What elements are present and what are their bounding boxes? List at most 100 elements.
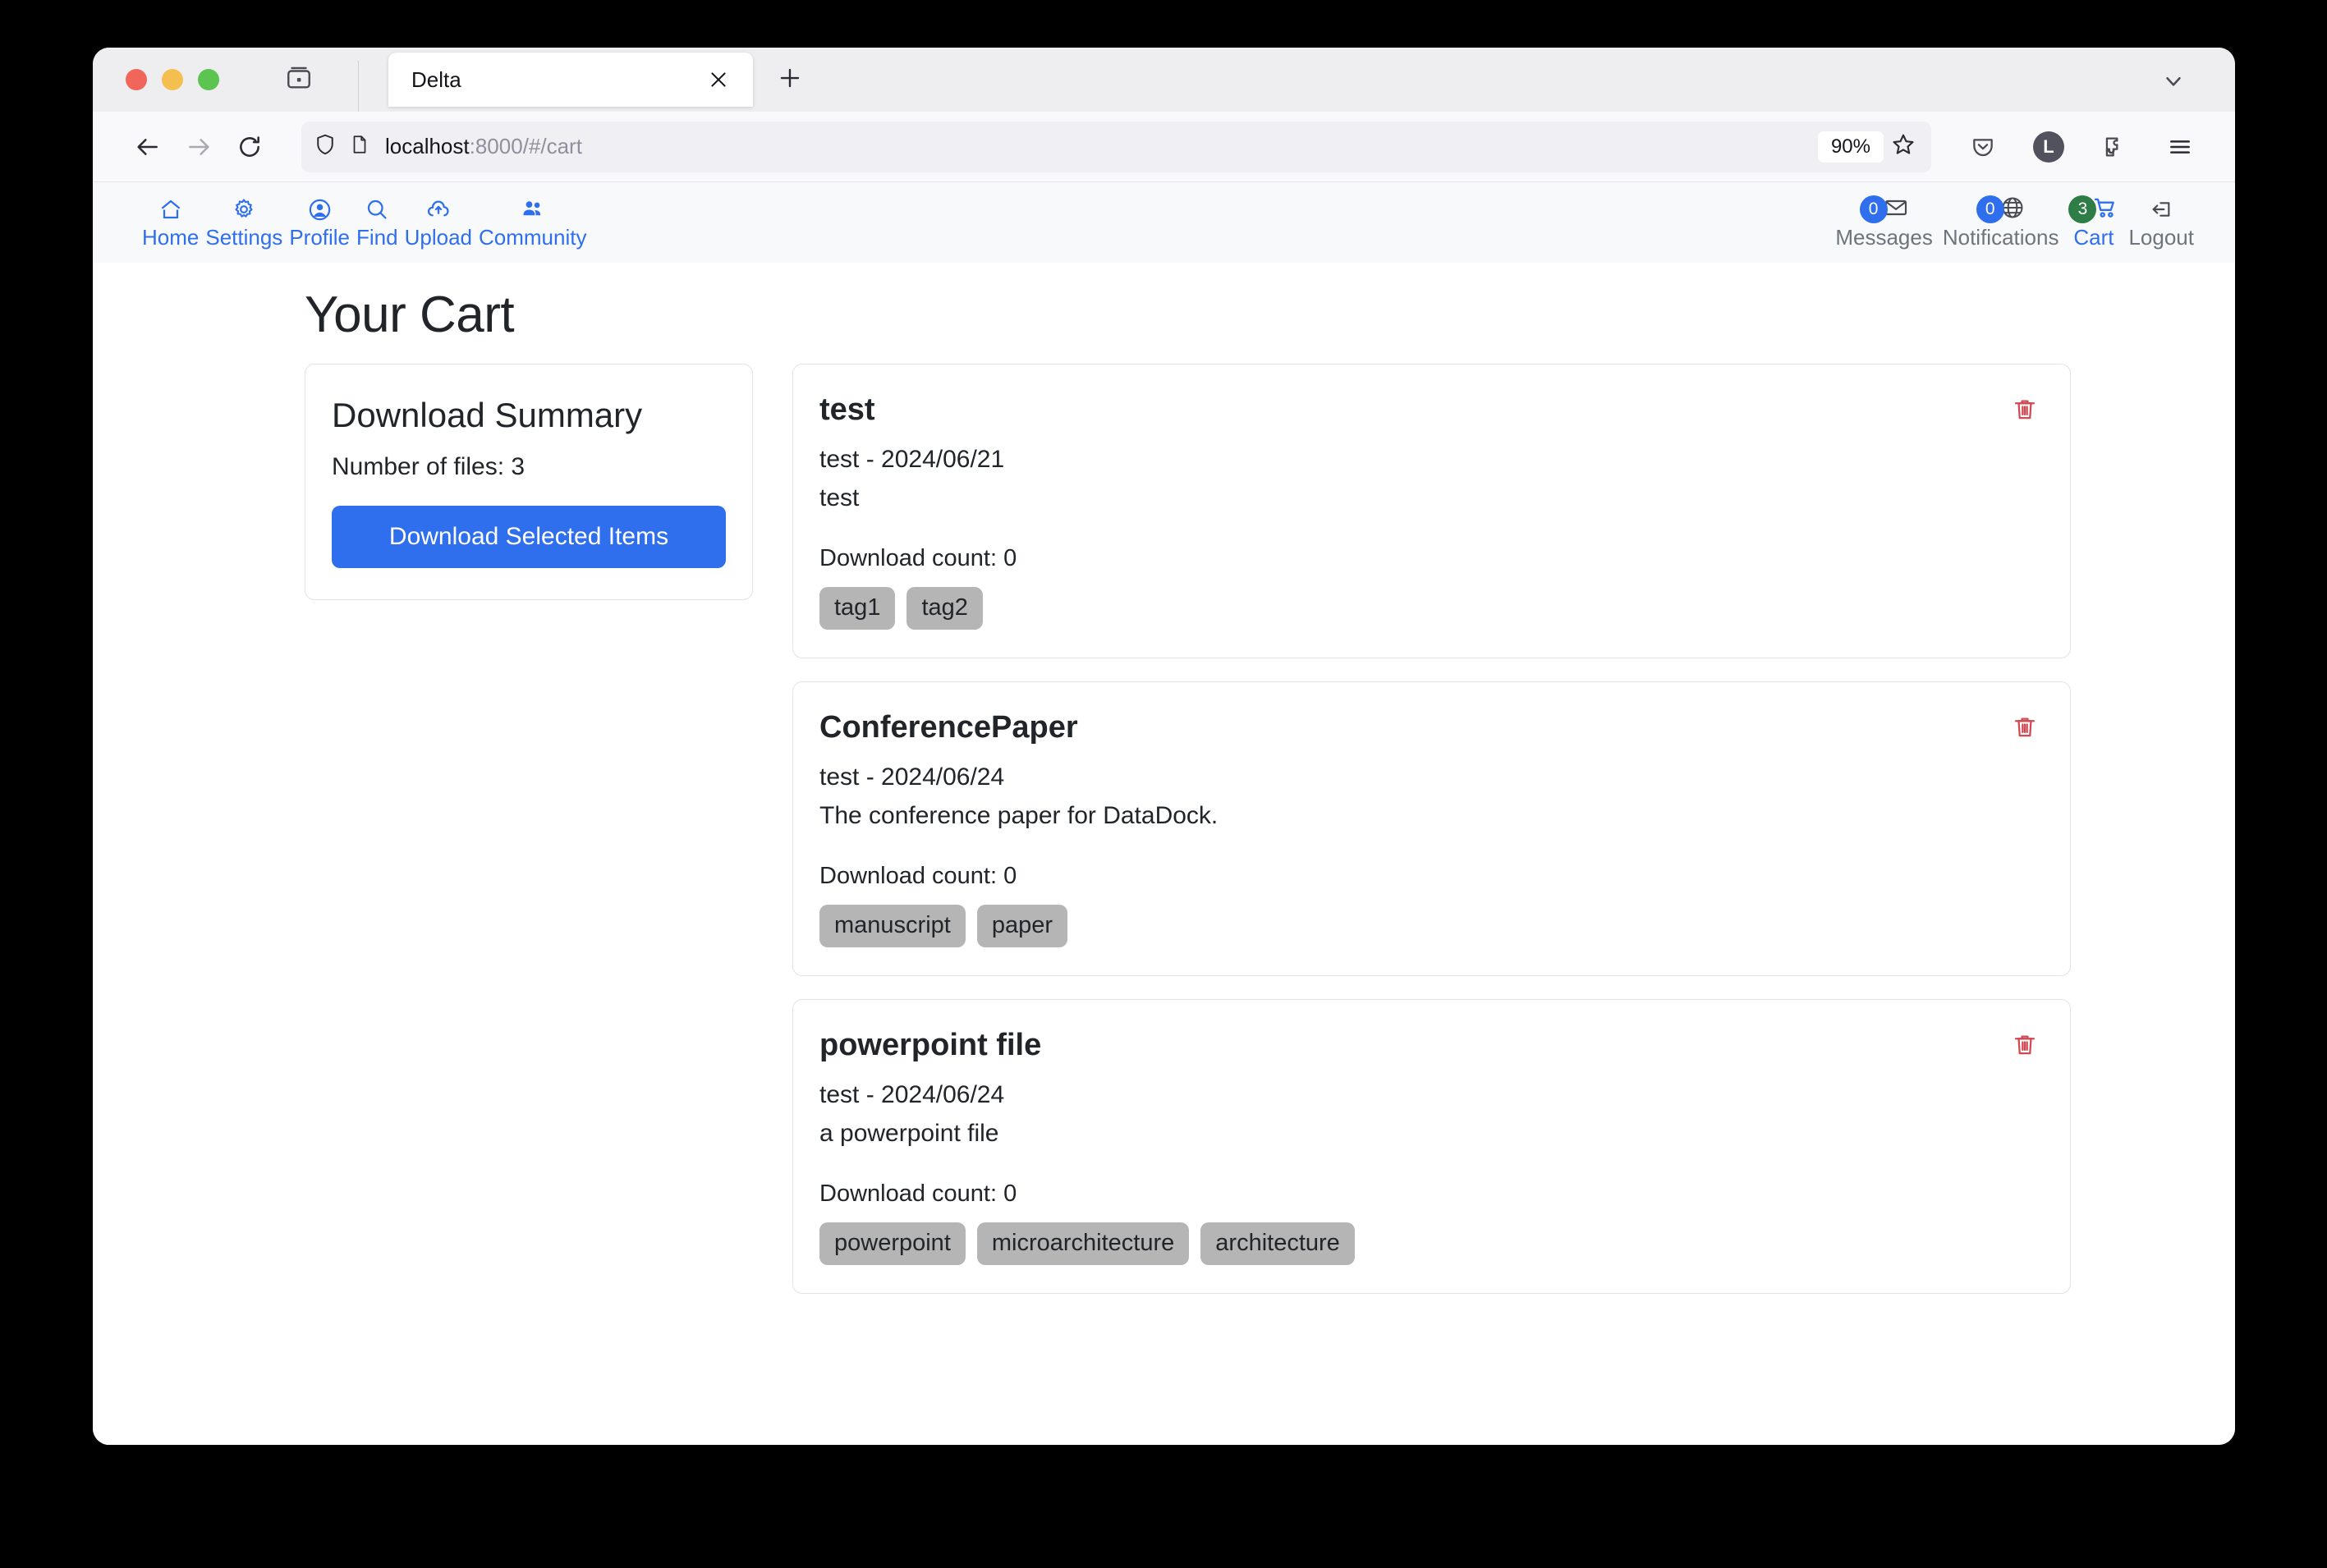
browser-tab-strip: Delta <box>93 48 2235 112</box>
reload-button[interactable] <box>224 121 275 172</box>
star-icon[interactable] <box>1890 131 1916 162</box>
nav-item-cart[interactable]: 3 Cart <box>2063 195 2123 250</box>
nav-label-profile: Profile <box>289 225 351 250</box>
cart-item-meta: test - 2024/06/21 <box>819 446 1005 473</box>
tag-chip[interactable]: tag2 <box>906 587 983 630</box>
cart-item-title: powerpoint file <box>819 1027 1042 1062</box>
tab-title: Delta <box>411 66 461 92</box>
browser-toolbar: localhost:8000/#/cart 90% L <box>93 112 2235 182</box>
notifications-icon-wrap: 0 <box>1976 195 2026 224</box>
cart-item-meta: test - 2024/06/24 <box>819 763 1005 791</box>
hamburger-menu-icon[interactable] <box>2155 121 2205 172</box>
close-window-button[interactable] <box>126 69 147 90</box>
nav-label-home: Home <box>142 225 200 250</box>
close-icon[interactable] <box>702 63 735 96</box>
nav-item-upload[interactable]: Upload <box>402 195 475 250</box>
trash-icon[interactable] <box>2006 391 2044 429</box>
window-controls <box>93 69 219 112</box>
new-tab-button[interactable] <box>771 59 809 97</box>
nav-label-community: Community <box>479 225 587 250</box>
nav-item-profile[interactable]: Profile <box>286 195 353 250</box>
nav-item-messages[interactable]: 0 Messages <box>1830 195 1938 250</box>
url-text: localhost:8000/#/cart <box>385 134 582 159</box>
extensions-icon[interactable] <box>2089 121 2140 172</box>
maximize-window-button[interactable] <box>198 69 219 90</box>
cart-item-download-count: Download count: 0 <box>819 862 1017 889</box>
cart-item-title: test <box>819 392 875 427</box>
nav-item-find[interactable]: Find <box>353 195 402 250</box>
forward-button[interactable] <box>173 121 224 172</box>
people-icon <box>520 195 546 223</box>
cart-item-tags: tag1 tag2 <box>819 587 2039 630</box>
tag-chip[interactable]: powerpoint <box>819 1222 966 1265</box>
tab-list-icon[interactable] <box>280 59 318 97</box>
cart-item-card: ConferencePaper test - 2024/06/24 The co… <box>792 681 2071 976</box>
nav-item-notifications[interactable]: 0 Notifications <box>1938 195 2064 250</box>
tag-chip[interactable]: manuscript <box>819 904 966 947</box>
cart-item-tags: powerpoint microarchitecture architectur… <box>819 1222 2039 1265</box>
url-bar[interactable]: localhost:8000/#/cart 90% <box>301 121 1931 172</box>
logout-icon <box>2148 195 2174 223</box>
zoom-level-indicator[interactable]: 90% <box>1817 131 1884 163</box>
toolbar-actions: L <box>1958 121 2205 172</box>
notifications-badge: 0 <box>1976 195 2004 224</box>
cart-icon-wrap: 3 <box>2068 195 2118 224</box>
nav-label-find: Find <box>356 225 398 250</box>
url-path: :8000/#/cart <box>469 134 582 158</box>
toolbar-divider <box>358 61 359 112</box>
cart-item-description: The conference paper for DataDock. <box>819 801 1219 829</box>
nav-label-logout: Logout <box>2128 225 2194 250</box>
list-all-tabs-button[interactable] <box>2161 69 2235 112</box>
nav-label-upload: Upload <box>404 225 472 250</box>
cart-item-tags: manuscript paper <box>819 904 2039 947</box>
avatar: L <box>2033 131 2064 163</box>
nav-label-settings: Settings <box>205 225 283 250</box>
page-document-icon <box>349 134 370 159</box>
tag-chip[interactable]: paper <box>976 904 1067 947</box>
trash-icon[interactable] <box>2006 708 2044 746</box>
browser-window: Delta localhost:8000/#/cart 90% L Home S… <box>93 48 2235 1445</box>
cart-item-description: test <box>819 484 860 511</box>
user-circle-icon <box>307 195 333 223</box>
nav-item-settings[interactable]: Settings <box>202 195 286 250</box>
browser-tab[interactable]: Delta <box>388 53 753 107</box>
tag-chip[interactable]: tag1 <box>819 587 896 630</box>
messages-icon-wrap: 0 <box>1859 195 1909 224</box>
download-selected-items-button[interactable]: Download Selected Items <box>332 506 726 568</box>
account-avatar[interactable]: L <box>2023 121 2074 172</box>
nav-item-community[interactable]: Community <box>475 195 590 250</box>
nav-item-logout[interactable]: Logout <box>2123 195 2199 250</box>
app-navigation-bar: Home Settings Profile Find Upload Commun… <box>93 182 2235 263</box>
cart-page: Your Cart Download Summary Number of fil… <box>93 263 2235 1445</box>
nav-label-notifications: Notifications <box>1942 225 2059 250</box>
cart-item-card: test test - 2024/06/21 test Download cou… <box>792 364 2071 658</box>
nav-item-home[interactable]: Home <box>139 195 202 250</box>
nav-label-cart: Cart <box>2073 225 2114 250</box>
minimize-window-button[interactable] <box>162 69 183 90</box>
cart-item-meta: test - 2024/06/24 <box>819 1080 1005 1108</box>
cart-items-list: test test - 2024/06/21 test Download cou… <box>792 364 2071 1294</box>
download-summary-heading: Download Summary <box>332 396 643 434</box>
nav-label-messages: Messages <box>1835 225 1933 250</box>
cloud-upload-icon <box>425 195 452 223</box>
back-button[interactable] <box>122 121 173 172</box>
number-of-files-text: Number of files: 3 <box>332 453 526 480</box>
page-title: Your Cart <box>305 287 515 343</box>
cart-item-card: powerpoint file test - 2024/06/24 a powe… <box>792 998 2071 1294</box>
cart-item-description: a powerpoint file <box>819 1119 999 1147</box>
cart-layout: Download Summary Number of files: 3 Down… <box>93 364 2235 1294</box>
trash-icon[interactable] <box>2006 1026 2044 1064</box>
url-host: localhost <box>385 134 470 158</box>
cart-item-download-count: Download count: 0 <box>819 1180 1017 1207</box>
page-content: Home Settings Profile Find Upload Commun… <box>93 182 2235 1445</box>
shield-icon[interactable] <box>313 132 337 161</box>
tag-chip[interactable]: architecture <box>1200 1222 1355 1265</box>
app-nav-left: Home Settings Profile Find Upload Commun… <box>139 195 590 250</box>
pocket-icon[interactable] <box>1958 121 2008 172</box>
cart-item-download-count: Download count: 0 <box>819 545 1017 571</box>
messages-badge: 0 <box>1859 195 1888 224</box>
home-icon <box>158 195 183 223</box>
gear-icon <box>232 195 256 223</box>
tag-chip[interactable]: microarchitecture <box>976 1222 1190 1265</box>
download-summary-card: Download Summary Number of files: 3 Down… <box>305 364 753 600</box>
